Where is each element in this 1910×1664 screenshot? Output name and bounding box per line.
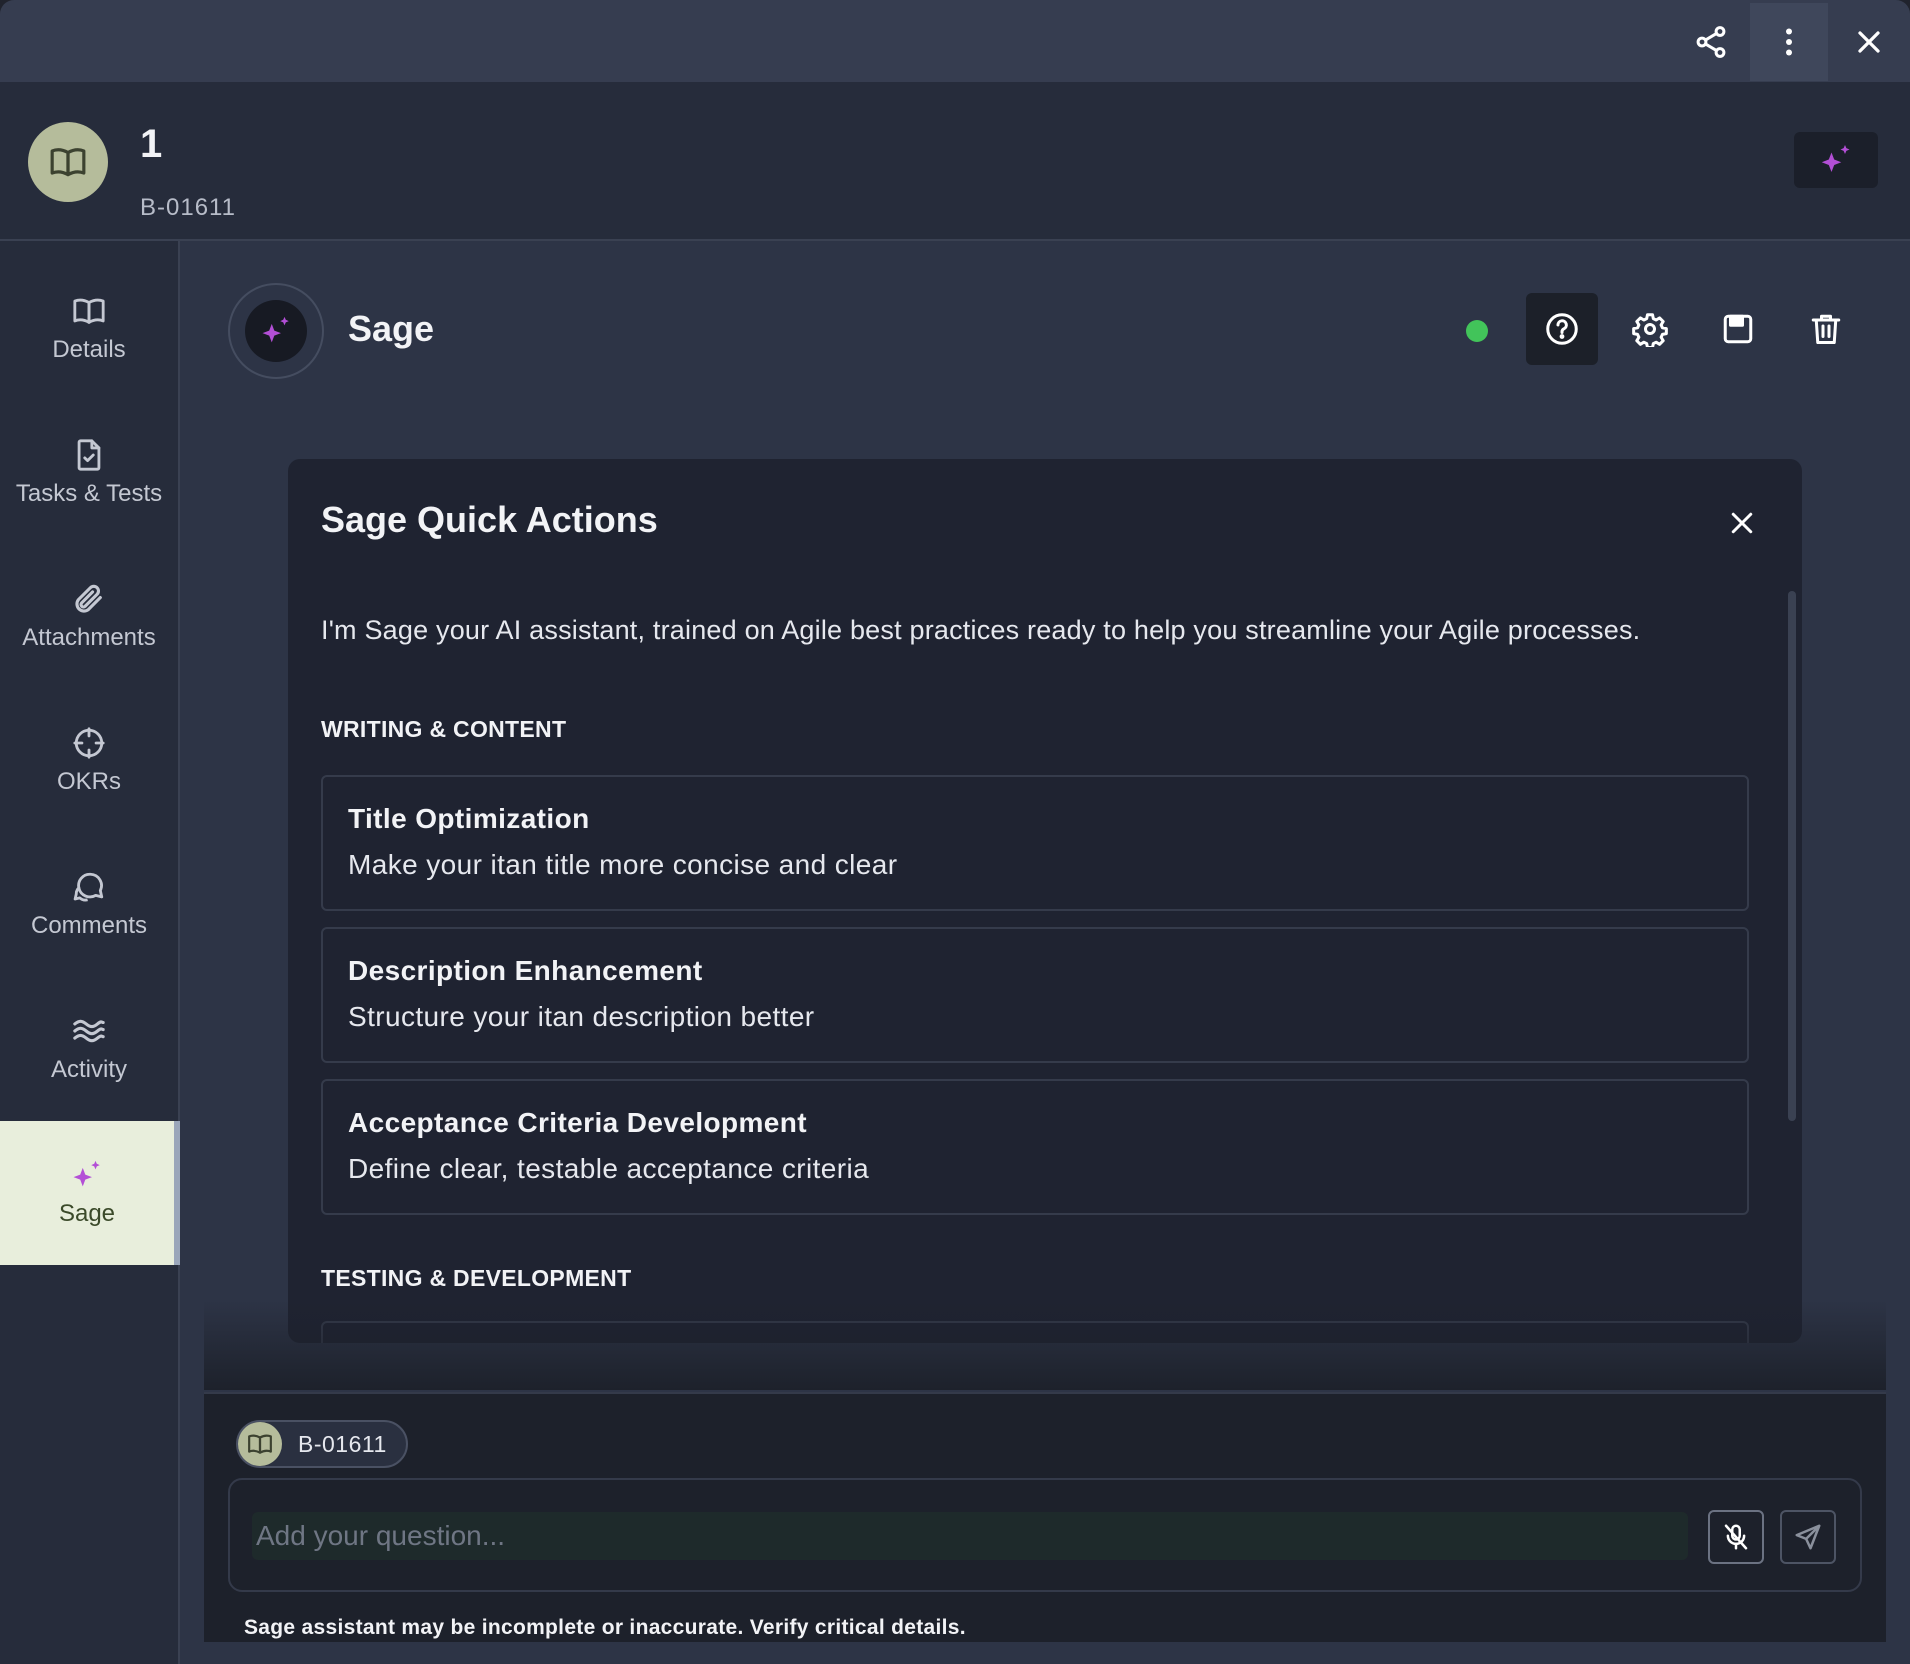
sage-name: Sage [348, 308, 435, 349]
more-vertical-icon [1786, 28, 1792, 56]
item-title: 1 [140, 122, 163, 166]
share-button[interactable] [1672, 3, 1750, 81]
sidebar-item-details[interactable]: Details [0, 257, 178, 401]
sidebar-item-label: Sage [58, 1200, 116, 1227]
delete-button[interactable] [1790, 293, 1862, 365]
action-description: Define clear, testable acceptance criter… [348, 1153, 870, 1184]
sidebar-item-label: Attachments [22, 624, 156, 651]
sidebar-item-sage[interactable]: Sage [0, 1121, 180, 1265]
quick-action-description-enhancement[interactable]: Description Enhancement Structure your i… [321, 927, 1749, 1063]
chat-composer: B-01611 Sage assistant may be incomplete… [204, 1392, 1886, 1642]
comments-icon [73, 872, 104, 902]
panel-title: Sage Quick Actions [321, 499, 658, 540]
microphone-off-icon [1724, 1524, 1748, 1550]
sidebar-item-label: Comments [30, 912, 148, 939]
action-title: Title Optimization [348, 803, 590, 834]
book-icon [50, 148, 86, 177]
question-input-box [228, 1478, 1862, 1592]
status-indicator [1466, 320, 1488, 342]
chip-label: B-01611 [298, 1430, 387, 1457]
sidebar-item-comments[interactable]: Comments [0, 833, 178, 977]
save-button[interactable] [1702, 293, 1774, 365]
settings-icon [1632, 313, 1668, 347]
section-title: WRITING & CONTENT [321, 716, 567, 742]
action-title: Description Enhancement [348, 955, 703, 986]
sidebar-item-label: OKRs [56, 768, 121, 795]
side-navigation: Details Tasks & Tests Attachments OKRs C… [0, 241, 180, 1664]
sidebar-item-okrs[interactable]: OKRs [0, 689, 178, 833]
window-topbar [0, 0, 1910, 82]
close-window-button[interactable] [1830, 3, 1908, 81]
sage-toggle-button[interactable] [1794, 132, 1878, 188]
quick-actions-panel: Sage Quick Actions I'm Sage your AI assi… [288, 459, 1802, 1343]
more-options-button[interactable] [1750, 3, 1828, 81]
paperclip-icon [75, 584, 102, 613]
quick-action-acceptance-criteria[interactable]: Acceptance Criteria Development Define c… [321, 1079, 1749, 1215]
action-description: Structure your itan description better [348, 1001, 815, 1032]
context-chip[interactable]: B-01611 [236, 1420, 408, 1468]
close-icon [1858, 31, 1880, 53]
action-title: Acceptance Criteria Development [348, 1107, 808, 1138]
sidebar-item-label: Activity [50, 1056, 127, 1083]
sage-avatar [228, 283, 324, 379]
book-icon [73, 298, 105, 324]
sidebar-item-label: Details [52, 336, 126, 363]
settings-button[interactable] [1614, 293, 1686, 365]
scroll-fade [204, 1300, 1886, 1390]
send-button[interactable] [1780, 1510, 1836, 1564]
send-icon [1795, 1524, 1821, 1550]
panel-scrollbar[interactable] [1788, 591, 1796, 1121]
help-button[interactable] [1526, 293, 1598, 365]
action-description: Make your itan title more concise and cl… [348, 849, 898, 880]
item-avatar [28, 122, 108, 202]
quick-action-title-optimization[interactable]: Title Optimization Make your itan title … [321, 775, 1749, 911]
share-icon [1696, 26, 1726, 58]
sage-avatar-inner [245, 300, 307, 362]
sparkle-icon [73, 1160, 100, 1187]
book-icon [248, 1434, 272, 1454]
disclaimer-text: Sage assistant may be incomplete or inac… [244, 1616, 966, 1639]
help-icon [1546, 313, 1578, 345]
target-icon [73, 727, 105, 759]
sidebar-item-tasks-tests[interactable]: Tasks & Tests [0, 401, 178, 545]
item-header: 1 B-01611 [0, 82, 1910, 241]
sidebar-item-attachments[interactable]: Attachments [0, 545, 178, 689]
trash-icon [1811, 314, 1841, 344]
sparkle-icon [262, 316, 289, 343]
panel-close-button[interactable] [1720, 501, 1764, 545]
chip-avatar [238, 1422, 282, 1466]
file-check-icon [77, 439, 101, 471]
panel-intro: I'm Sage your AI assistant, trained on A… [321, 615, 1641, 645]
section-title: TESTING & DEVELOPMENT [321, 1265, 632, 1291]
activity-icon [73, 1019, 105, 1043]
sidebar-item-activity[interactable]: Activity [0, 977, 178, 1121]
save-icon [1723, 314, 1753, 344]
sparkle-icon [1821, 145, 1850, 172]
item-id: B-01611 [140, 194, 236, 221]
close-icon [1731, 512, 1753, 534]
microphone-button[interactable] [1708, 1510, 1764, 1564]
question-input[interactable] [252, 1512, 1688, 1560]
sidebar-item-label: Tasks & Tests [15, 480, 163, 507]
